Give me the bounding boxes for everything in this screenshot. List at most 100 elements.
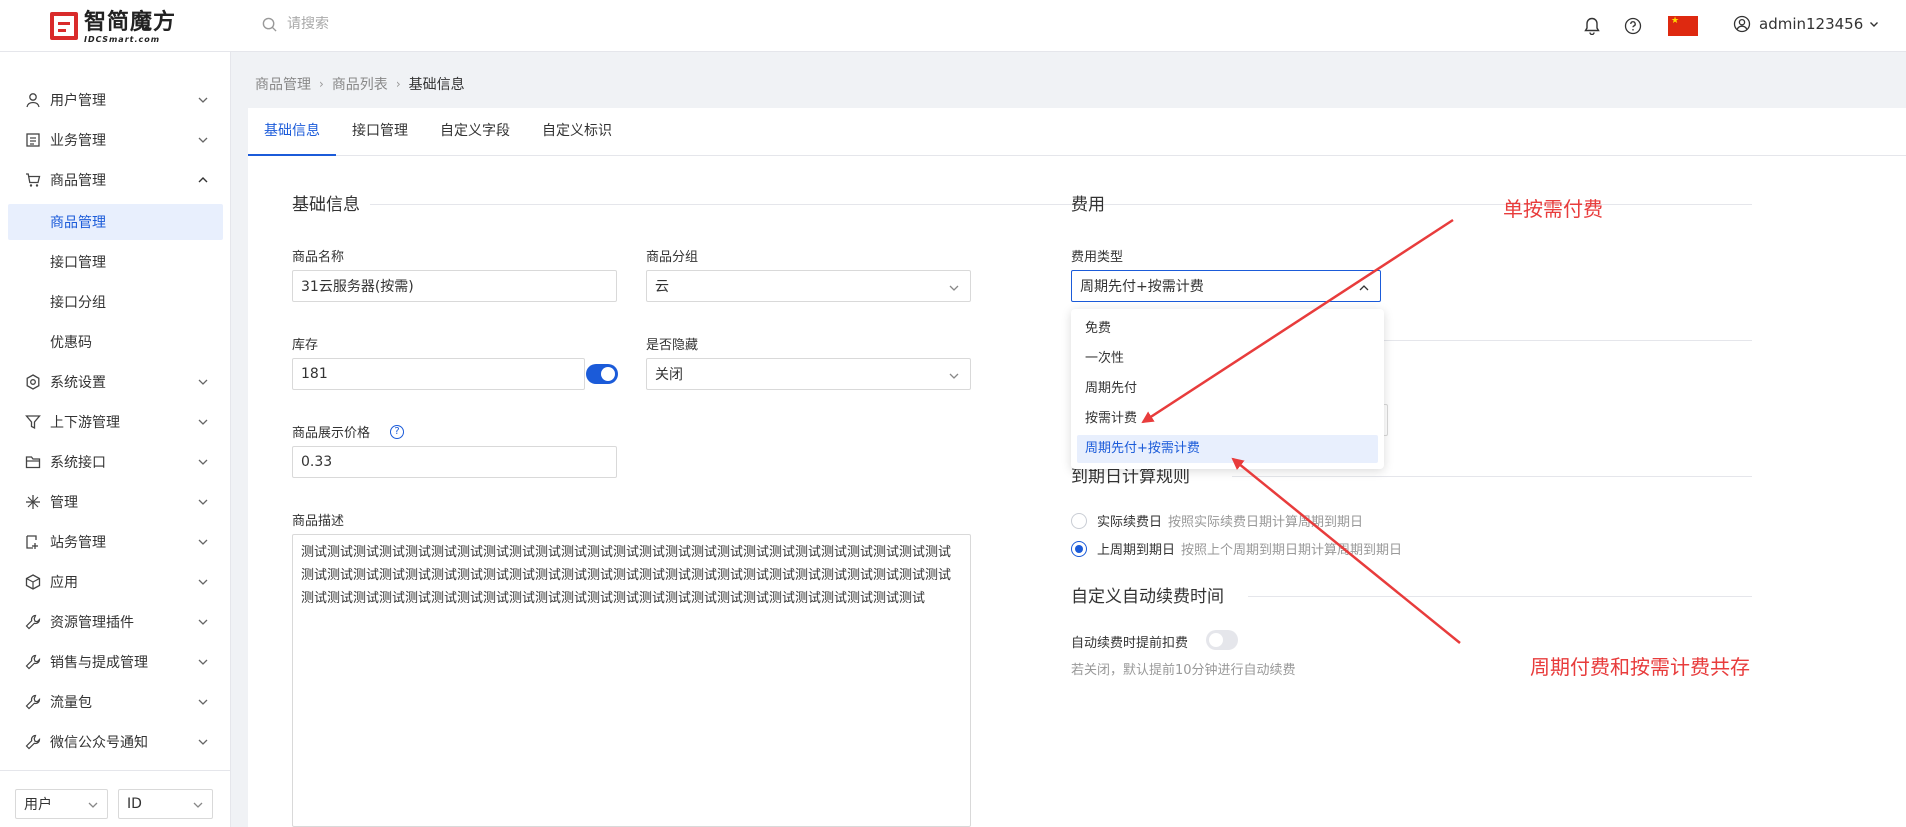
search-field-select[interactable]: ID: [118, 789, 213, 819]
product-name-input[interactable]: 31云服务器(按需): [292, 270, 617, 302]
description-textarea[interactable]: 测试测试测试测试测试测试测试测试测试测试测试测试测试测试测试测试测试测试测试测试…: [292, 534, 971, 827]
product-name-value: 31云服务器(按需): [301, 279, 414, 295]
product-name-label: 商品名称: [292, 250, 345, 265]
tab-basic-info[interactable]: 基础信息: [248, 108, 336, 156]
sidebar-item-label: 业务管理: [50, 133, 106, 149]
wrench-icon: [24, 733, 42, 751]
sidebar-subitem-interface-group[interactable]: 接口分组: [8, 284, 223, 320]
breadcrumb-item[interactable]: 商品管理: [255, 74, 311, 94]
tab-interface-management[interactable]: 接口管理: [352, 108, 408, 156]
sidebar-subitem-product-management[interactable]: 商品管理: [8, 204, 223, 240]
breadcrumb-current: 基础信息: [408, 77, 465, 93]
expire-option-label: 实际续费日: [1097, 515, 1163, 530]
cube-icon: [24, 573, 42, 591]
chevron-up-icon: [198, 177, 208, 183]
user-menu[interactable]: admin123456: [1733, 15, 1879, 33]
sidebar-item-business[interactable]: 业务管理: [0, 122, 231, 158]
section-divider: [1116, 204, 1752, 205]
search-icon: [262, 17, 277, 32]
sidebar-item-label: 站务管理: [50, 535, 106, 551]
sidebar-item-label: 应用: [50, 575, 78, 591]
search-type-value: 用户: [24, 797, 52, 813]
auto-renew-hint: 若关闭，默认提前10分钟进行自动续费: [1071, 663, 1296, 678]
gear-icon: [24, 373, 42, 391]
radio-checked-icon[interactable]: [1071, 540, 1087, 557]
sidebar-item-label: 用户管理: [50, 93, 106, 109]
logo-title: 智简魔方: [84, 10, 177, 35]
stock-toggle[interactable]: [586, 364, 618, 384]
fee-type-select[interactable]: 周期先付+按需计费: [1071, 270, 1381, 302]
logo[interactable]: 智简魔方 IDCSmart.com: [50, 12, 176, 44]
chevron-down-icon: [88, 802, 98, 808]
fee-option-prepaid-plus-on-demand[interactable]: 周期先付+按需计费: [1077, 435, 1378, 463]
search-bar: [262, 16, 587, 32]
hidden-label: 是否隐藏: [646, 338, 699, 353]
stock-value: 181: [301, 366, 328, 382]
product-group-label: 商品分组: [646, 250, 699, 265]
sidebar-item-users[interactable]: 用户管理: [0, 82, 231, 118]
question-icon[interactable]: ?: [390, 425, 404, 439]
auto-renew-label: 自动续费时提前扣费: [1071, 636, 1189, 651]
china-flag-icon[interactable]: [1668, 16, 1698, 36]
sidebar-item-products[interactable]: 商品管理: [0, 162, 231, 198]
search-field-value: ID: [127, 796, 142, 812]
fee-option-free[interactable]: 免费: [1077, 315, 1378, 343]
chevron-down-icon: [198, 137, 208, 143]
fee-option-on-demand[interactable]: 按需计费: [1077, 405, 1378, 433]
tab-custom-fields[interactable]: 自定义字段: [440, 108, 510, 156]
search-type-select[interactable]: 用户: [15, 789, 108, 819]
logo-mark-icon: [50, 12, 78, 40]
fee-option-prepaid[interactable]: 周期先付: [1077, 375, 1378, 403]
radio-unchecked-icon[interactable]: [1071, 512, 1087, 529]
display-price-input[interactable]: 0.33: [292, 446, 617, 478]
sidebar: 用户管理 业务管理 商品管理 商品管理 接口管理 接口分组 优惠码 系统设置 上…: [0, 52, 231, 827]
hidden-select[interactable]: 关闭: [646, 358, 971, 390]
chevron-down-icon: [198, 459, 208, 465]
auto-renew-toggle[interactable]: [1206, 630, 1238, 650]
logo-subtitle: IDCSmart.com: [84, 35, 161, 44]
sidebar-item-label: 销售与提成管理: [50, 655, 148, 671]
chevron-down-icon: [198, 419, 208, 425]
top-header: 智简魔方 IDCSmart.com admin123456: [0, 0, 1906, 52]
section-divider: [1383, 340, 1752, 341]
expire-rule-option[interactable]: 实际续费日 按照实际续费日期计算周期到期日: [1071, 511, 1363, 530]
breadcrumb-separator-icon: ›: [395, 77, 401, 91]
sidebar-item-system-interface[interactable]: 系统接口: [0, 444, 231, 480]
chevron-up-icon: [1359, 285, 1369, 291]
expire-rule-option[interactable]: 上周期到期日 按照上个周期到期日期计算周期到期日: [1071, 539, 1402, 558]
sidebar-item-site-affairs[interactable]: 站务管理: [0, 524, 231, 560]
sidebar-item-label: 商品管理: [50, 173, 106, 189]
sidebar-item-wechat-notify[interactable]: 微信公众号通知: [0, 724, 231, 760]
sidebar-item-traffic-pack[interactable]: 流量包: [0, 684, 231, 720]
wrench-icon: [24, 653, 42, 671]
stock-input[interactable]: 181: [292, 358, 585, 390]
sidebar-item-label: 资源管理插件: [50, 615, 134, 631]
fee-type-value: 周期先付+按需计费: [1080, 279, 1204, 295]
fee-option-one-time[interactable]: 一次性: [1077, 345, 1378, 373]
cart-icon: [24, 171, 42, 189]
breadcrumb-item[interactable]: 商品列表: [332, 74, 388, 94]
sidebar-item-resource-plugins[interactable]: 资源管理插件: [0, 604, 231, 640]
sidebar-subitem-coupon[interactable]: 优惠码: [8, 324, 223, 360]
chevron-down-icon: [198, 739, 208, 745]
sidebar-item-apps[interactable]: 应用: [0, 564, 231, 600]
breadcrumb-separator-icon: ›: [319, 77, 324, 91]
sidebar-item-label: 流量包: [50, 695, 92, 711]
list-icon: [24, 131, 42, 149]
help-circle-icon[interactable]: [1623, 16, 1643, 36]
sidebar-item-upstream[interactable]: 上下游管理: [0, 404, 231, 440]
breadcrumb: 商品管理 › 商品列表 › 基础信息: [255, 74, 465, 94]
tab-custom-identifiers[interactable]: 自定义标识: [542, 108, 612, 156]
sidebar-item-system-settings[interactable]: 系统设置: [0, 364, 231, 400]
sidebar-subitem-interface-management[interactable]: 接口管理: [8, 244, 223, 280]
chevron-down-icon: [1870, 22, 1879, 27]
sidebar-item-sales-commission[interactable]: 销售与提成管理: [0, 644, 231, 680]
search-input[interactable]: [287, 16, 587, 32]
description-label: 商品描述: [292, 514, 345, 529]
sidebar-item-manage[interactable]: 管理: [0, 484, 231, 520]
product-group-select[interactable]: 云: [646, 270, 971, 302]
chevron-down-icon: [198, 379, 208, 385]
bell-icon[interactable]: [1582, 16, 1602, 36]
display-price-label: 商品展示价格: [292, 426, 371, 441]
chevron-down-icon: [198, 619, 208, 625]
